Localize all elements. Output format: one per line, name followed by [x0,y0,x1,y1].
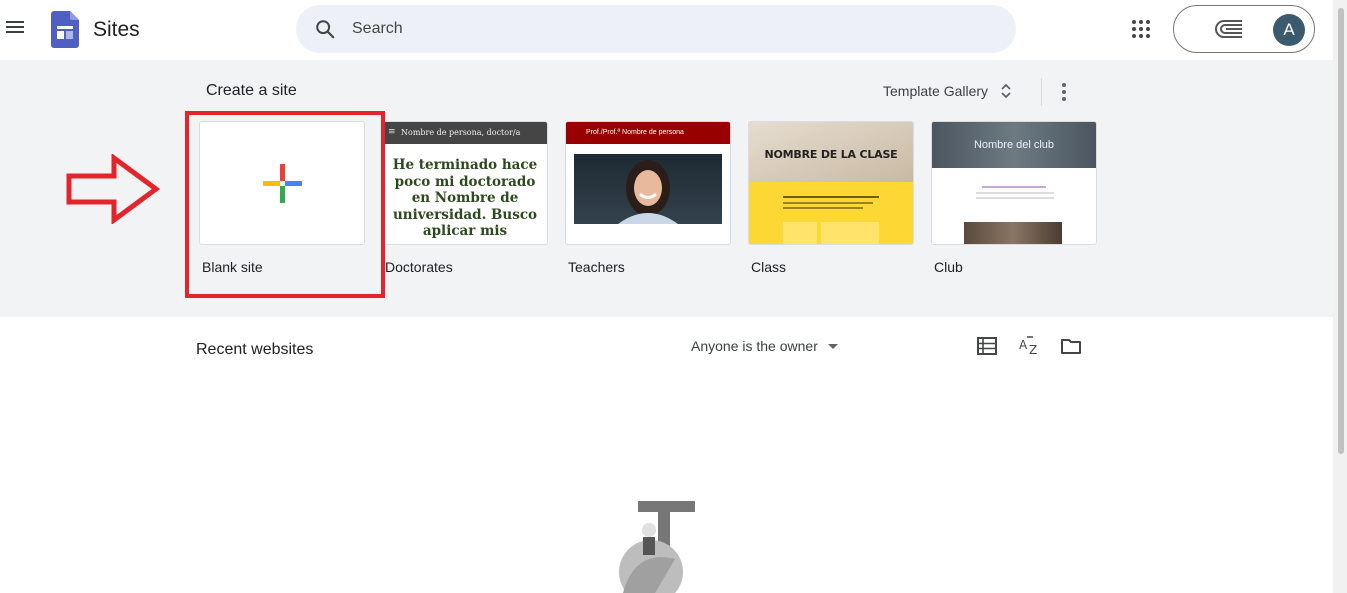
template-doctorates[interactable]: ≡ Nombre de persona, doctor/a He termina… [382,121,548,275]
search-icon[interactable] [314,18,336,40]
list-view-icon[interactable] [976,335,998,357]
create-site-panel: Create a site Template Gallery Blank sit… [0,60,1333,317]
doctorates-thumbnail[interactable]: ≡ Nombre de persona, doctor/a He termina… [382,121,548,245]
template-class[interactable]: NOMBRE DE LA CLASE Class [748,121,914,275]
template-gallery-button[interactable]: Template Gallery [883,82,1012,100]
teachers-preview-header: Prof./Prof.ª Nombre de persona [566,122,730,144]
unfold-more-icon [1001,83,1011,99]
teachers-thumbnail[interactable]: Prof./Prof.ª Nombre de persona [565,121,731,245]
apps-grid-icon[interactable] [1130,18,1152,40]
class-preview-body [749,182,913,244]
class-preview-title: NOMBRE DE LA CLASE [764,148,898,161]
app-title[interactable]: Sites [93,18,140,42]
blank-site-thumbnail[interactable] [199,121,365,245]
svg-text:A: A [1019,338,1028,352]
top-app-bar: Sites A [0,0,1333,60]
class-label: Class [751,259,787,275]
search-input[interactable] [352,5,992,53]
owner-filter-label: Anyone is the owner [691,338,818,354]
empty-state-illustration [619,501,695,593]
club-thumbnail[interactable]: Nombre del club [931,121,1097,245]
club-group-photo [964,222,1062,244]
template-blank-site[interactable]: Blank site [199,121,365,275]
divider [1041,78,1042,106]
more-options-icon[interactable] [1056,80,1072,104]
doctorates-preview-text: He terminado hace poco mi doctorado en N… [392,157,538,239]
blank-site-label: Blank site [202,259,263,275]
create-site-title: Create a site [206,82,297,99]
teacher-portrait-image [574,154,722,224]
doctorates-preview-bar-text: Nombre de persona, doctor/a [401,128,521,137]
club-label: Club [934,259,963,275]
folder-icon[interactable] [1060,335,1082,357]
recent-websites-title: Recent websites [196,341,314,358]
sort-az-icon[interactable]: A Z [1018,335,1040,357]
scrollbar-thumb[interactable] [1338,8,1344,454]
club-preview-hero: Nombre del club [932,122,1096,168]
scrollbar[interactable] [1333,0,1347,593]
teachers-label: Teachers [568,259,625,275]
account-switcher[interactable]: A [1173,5,1315,53]
sites-logo-icon[interactable] [51,11,79,48]
template-gallery-label: Template Gallery [883,83,989,99]
search-bar[interactable] [296,5,1016,53]
red-arrow-annotation [66,154,160,224]
plus-icon [263,164,302,203]
club-preview-title: Nombre del club [973,139,1055,151]
template-teachers[interactable]: Prof./Prof.ª Nombre de persona Teachers [565,121,731,275]
menu-icon: ≡ [388,127,396,137]
class-thumbnail[interactable]: NOMBRE DE LA CLASE [748,121,914,245]
hamburger-menu-icon[interactable] [6,18,28,40]
dropdown-arrow-icon [827,343,838,349]
template-club[interactable]: Nombre del club Club [931,121,1097,275]
owner-filter-dropdown[interactable]: Anyone is the owner [691,338,838,354]
avatar[interactable]: A [1273,14,1305,46]
doctorates-label: Doctorates [385,259,453,275]
class-preview-hero: NOMBRE DE LA CLASE [749,122,913,182]
svg-text:Z: Z [1029,343,1037,357]
organization-logo-icon [1215,20,1242,38]
doctorates-preview-header: ≡ Nombre de persona, doctor/a [383,122,547,144]
